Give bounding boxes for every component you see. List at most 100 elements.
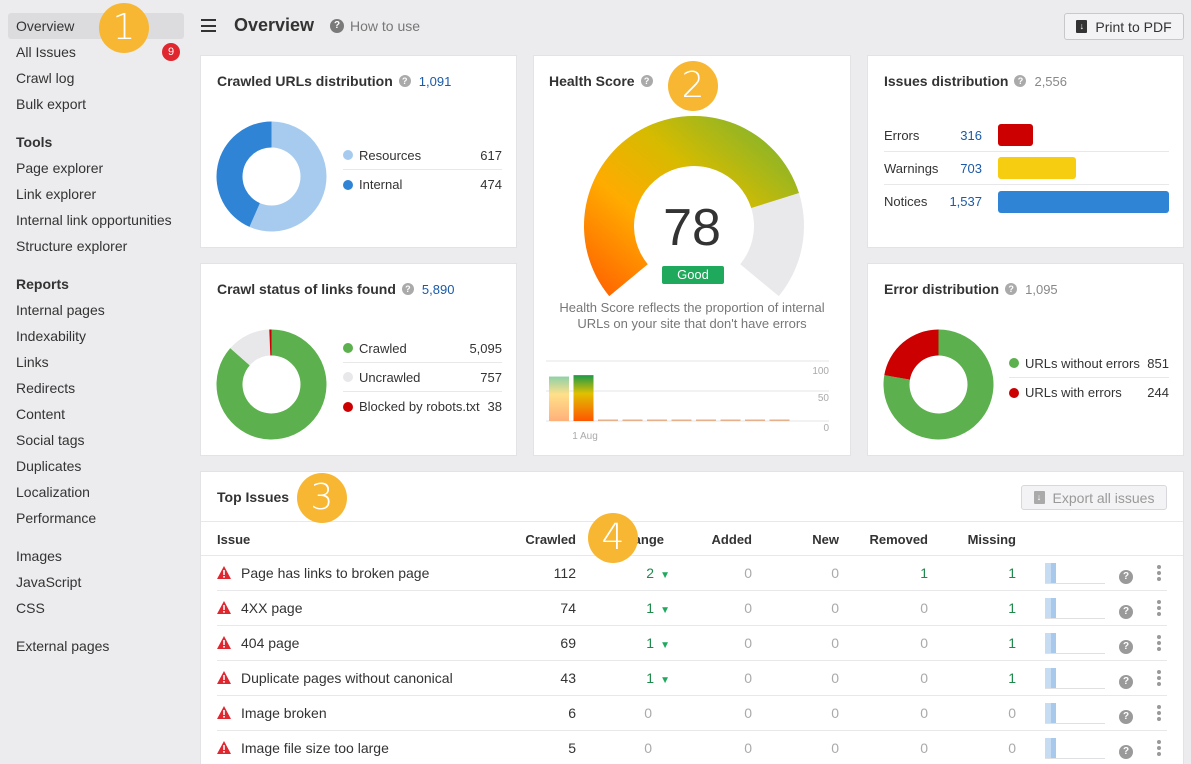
- issue-name-link[interactable]: 4XX page: [241, 600, 303, 616]
- more-options-icon[interactable]: [1157, 705, 1161, 721]
- column-header-issue[interactable]: Issue: [217, 532, 250, 547]
- sidebar-item-css[interactable]: CSS: [8, 595, 184, 621]
- sidebar-item-duplicates[interactable]: Duplicates: [8, 453, 184, 479]
- distribution-value-link[interactable]: 1,537: [946, 194, 982, 209]
- column-header-new[interactable]: New: [812, 532, 839, 547]
- total-count-link[interactable]: 1,091: [419, 74, 452, 89]
- history-bar[interactable]: [573, 375, 594, 421]
- step-bubble-2: 2: [668, 61, 718, 111]
- sidebar-item-social-tags[interactable]: Social tags: [8, 427, 184, 453]
- more-options-icon[interactable]: [1157, 740, 1161, 756]
- issue-help-button[interactable]: ?: [1119, 671, 1133, 689]
- issue-row[interactable]: Image broken 6 0 0 0 0 0?: [217, 696, 1167, 731]
- help-icon[interactable]: ?: [398, 75, 411, 87]
- distribution-value-link[interactable]: 316: [946, 128, 982, 143]
- sidebar-item-bulk-export[interactable]: Bulk export: [8, 91, 184, 117]
- help-icon[interactable]: ?: [401, 283, 414, 295]
- legend-item[interactable]: Uncrawled 757: [343, 363, 502, 392]
- issue-name-link[interactable]: Image file size too large: [241, 740, 389, 756]
- more-options-icon[interactable]: [1157, 565, 1161, 581]
- help-icon[interactable]: ?: [1014, 75, 1027, 87]
- help-icon[interactable]: ?: [640, 75, 653, 87]
- issue-name-link[interactable]: Page has links to broken page: [241, 565, 429, 581]
- distribution-row-errors[interactable]: Errors 316: [884, 119, 1169, 152]
- added-value: 0: [744, 705, 752, 721]
- issue-name-link[interactable]: Image broken: [241, 705, 327, 721]
- cell-crawled[interactable]: 112: [554, 565, 576, 581]
- cell-removed: 1: [920, 565, 928, 581]
- sidebar-item-performance[interactable]: Performance: [8, 505, 184, 531]
- cell-missing: 1: [1008, 670, 1016, 686]
- sidebar-item-page-explorer[interactable]: Page explorer: [8, 155, 184, 181]
- cell-crawled[interactable]: 69: [560, 635, 576, 651]
- card-title: Crawl status of links found ? 5,890: [217, 281, 454, 297]
- distribution-row-warnings[interactable]: Warnings 703: [884, 152, 1169, 185]
- sidebar-item-external-pages[interactable]: External pages: [8, 633, 184, 659]
- cell-crawled[interactable]: 6: [568, 705, 576, 721]
- issue-help-button[interactable]: ?: [1119, 706, 1133, 724]
- cell-crawled[interactable]: 5: [568, 740, 576, 756]
- history-bar[interactable]: [549, 376, 569, 421]
- print-to-pdf-button[interactable]: Print to PDF: [1064, 13, 1184, 40]
- column-header-removed[interactable]: Removed: [869, 532, 928, 547]
- crawled-value: 43: [560, 670, 576, 686]
- kebab-dot: [1157, 682, 1161, 686]
- sidebar-item-overview[interactable]: Overview: [8, 13, 184, 39]
- cell-added: 0: [744, 635, 752, 651]
- legend-item[interactable]: URLs with errors 244: [1009, 378, 1169, 407]
- sidebar-item-redirects[interactable]: Redirects: [8, 375, 184, 401]
- distribution-bar-track: [998, 157, 1169, 179]
- sidebar-item-content[interactable]: Content: [8, 401, 184, 427]
- cell-crawled[interactable]: 43: [560, 670, 576, 686]
- sidebar-item-internal-link-opportunities[interactable]: Internal link opportunities: [8, 207, 184, 233]
- column-header-missing[interactable]: Missing: [968, 532, 1016, 547]
- issue-help-button[interactable]: ?: [1119, 636, 1133, 654]
- sidebar-item-link-explorer[interactable]: Link explorer: [8, 181, 184, 207]
- sidebar-item-javascript[interactable]: JavaScript: [8, 569, 184, 595]
- issue-row[interactable]: 404 page 69 1 ▼ 0 0 0 1?: [217, 626, 1167, 661]
- issue-row[interactable]: Duplicate pages without canonical 43 1 ▼ 0 0 0…: [217, 661, 1167, 696]
- legend-item[interactable]: Crawled 5,095: [343, 334, 502, 363]
- cell-missing: 1: [1008, 635, 1016, 651]
- legend-item[interactable]: Resources 617: [343, 141, 502, 170]
- cell-new: 0: [831, 740, 839, 756]
- cell-new: 0: [831, 565, 839, 581]
- sidebar-item-indexability[interactable]: Indexability: [8, 323, 184, 349]
- legend-item[interactable]: Blocked by robots.txt 38: [343, 392, 502, 421]
- column-header-crawled[interactable]: Crawled: [525, 532, 576, 547]
- sidebar-item-crawl-log[interactable]: Crawl log: [8, 65, 184, 91]
- how-to-use-link[interactable]: ? How to use: [330, 18, 420, 34]
- more-options-icon[interactable]: [1157, 635, 1161, 651]
- sidebar-item-all-issues[interactable]: All Issues 9: [8, 39, 184, 65]
- kebab-dot: [1157, 641, 1161, 645]
- distribution-value-link[interactable]: 703: [946, 161, 982, 176]
- export-all-issues-button[interactable]: Export all issues: [1021, 485, 1167, 510]
- legend-item[interactable]: Internal 474: [343, 170, 502, 199]
- sidebar-item-images[interactable]: Images: [8, 543, 184, 569]
- column-header-added[interactable]: Added: [712, 532, 752, 547]
- issue-name-link[interactable]: 404 page: [241, 635, 299, 651]
- sidebar-item-localization[interactable]: Localization: [8, 479, 184, 505]
- help-icon: ?: [1119, 640, 1133, 654]
- cell-crawled[interactable]: 74: [560, 600, 576, 616]
- distribution-bar-notices: [998, 190, 1169, 213]
- print-to-pdf-label: Print to PDF: [1095, 18, 1172, 35]
- sidebar-item-internal-pages[interactable]: Internal pages: [8, 297, 184, 323]
- sidebar-item-links[interactable]: Links: [8, 349, 184, 375]
- issue-help-button[interactable]: ?: [1119, 741, 1133, 759]
- hamburger-menu-icon[interactable]: [201, 19, 216, 32]
- issue-help-button[interactable]: ?: [1119, 566, 1133, 584]
- total-count-link[interactable]: 5,890: [422, 282, 455, 297]
- legend-item[interactable]: URLs without errors 851: [1009, 349, 1169, 378]
- more-options-icon[interactable]: [1157, 670, 1161, 686]
- help-icon[interactable]: ?: [1005, 283, 1018, 295]
- issue-row[interactable]: Image file size too large 5 0 0 0 0 0?: [217, 731, 1167, 764]
- issue-name-link[interactable]: Duplicate pages without canonical: [241, 670, 453, 686]
- donut-slice-urls-with-errors[interactable]: [884, 329, 939, 380]
- issue-row[interactable]: Page has links to broken page 112 2 ▼ 0 0 1 1?: [217, 556, 1167, 591]
- issue-help-button[interactable]: ?: [1119, 601, 1133, 619]
- issue-row[interactable]: 4XX page 74 1 ▼ 0 0 0 1?: [217, 591, 1167, 626]
- sidebar-item-structure-explorer[interactable]: Structure explorer: [8, 233, 184, 259]
- distribution-row-notices[interactable]: Notices 1,537: [884, 185, 1169, 218]
- more-options-icon[interactable]: [1157, 600, 1161, 616]
